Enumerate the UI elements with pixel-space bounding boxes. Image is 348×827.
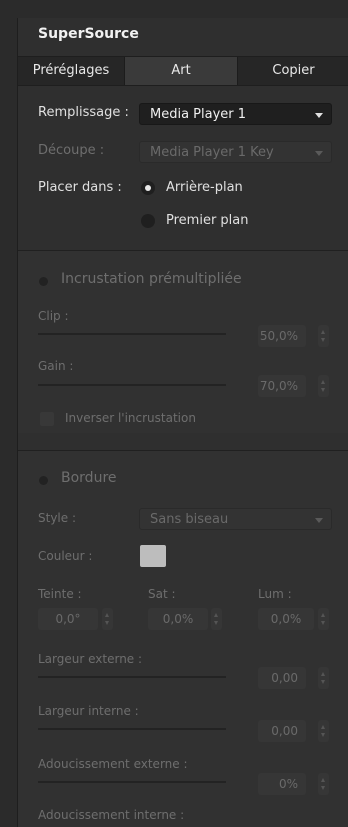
- clip-slider[interactable]: [38, 333, 226, 335]
- chevron-down-icon: [315, 518, 323, 523]
- premult-title: Incrustation prémultipliée: [61, 271, 242, 287]
- tab-copy[interactable]: Copier: [238, 57, 348, 85]
- style-label: Style :: [38, 511, 76, 525]
- lum-stepper[interactable]: [318, 608, 329, 630]
- outer-soft-label: Adoucissement externe :: [38, 757, 188, 771]
- hue-label: Teinte :: [38, 587, 82, 601]
- inner-width-value-field[interactable]: 0,00: [258, 720, 306, 742]
- gain-value-field[interactable]: 70,0%: [258, 375, 306, 397]
- sat-value-field[interactable]: 0,0%: [148, 608, 208, 630]
- gain-label: Gain :: [38, 359, 74, 373]
- panel-title: SuperSource: [38, 26, 139, 42]
- radio-background-label: Arrière-plan: [166, 180, 243, 195]
- style-dropdown[interactable]: Sans biseau: [139, 508, 332, 530]
- outer-soft-stepper[interactable]: [318, 773, 329, 795]
- outer-soft-value-field[interactable]: 0%: [258, 773, 306, 795]
- fill-dropdown[interactable]: Media Player 1: [139, 103, 332, 125]
- hue-value-field[interactable]: 0,0°: [38, 608, 98, 630]
- radio-foreground[interactable]: [141, 214, 155, 228]
- cut-dropdown-value: Media Player 1 Key: [150, 145, 274, 160]
- clip-value-field[interactable]: 50,0%: [258, 325, 306, 347]
- border-toggle-icon[interactable]: [39, 476, 48, 485]
- inner-width-stepper[interactable]: [318, 720, 329, 742]
- place-label: Placer dans :: [38, 180, 122, 195]
- inner-width-label: Largeur interne :: [38, 704, 139, 718]
- tab-bar: Préréglages Art Copier: [18, 56, 348, 86]
- color-label: Couleur :: [38, 549, 93, 563]
- clip-label: Clip :: [38, 309, 69, 323]
- cut-dropdown[interactable]: Media Player 1 Key: [139, 141, 332, 163]
- style-dropdown-value: Sans biseau: [150, 512, 229, 527]
- invert-key-label: Inverser l'incrustation: [65, 411, 196, 425]
- tab-presets[interactable]: Préréglages: [18, 57, 124, 85]
- border-title: Bordure: [61, 470, 117, 486]
- lum-value-field[interactable]: 0,0%: [258, 608, 314, 630]
- inner-width-slider[interactable]: [38, 728, 226, 730]
- outer-width-stepper[interactable]: [318, 667, 329, 689]
- inner-soft-label: Adoucissement interne :: [38, 808, 185, 822]
- radio-foreground-label: Premier plan: [166, 213, 249, 228]
- radio-background[interactable]: [141, 181, 155, 195]
- invert-key-checkbox[interactable]: [40, 412, 54, 426]
- chevron-down-icon: [315, 113, 323, 118]
- cut-label: Découpe :: [38, 143, 105, 158]
- chevron-down-icon: [315, 151, 323, 156]
- sat-label: Sat :: [148, 587, 176, 601]
- border-color-swatch[interactable]: [140, 545, 166, 567]
- hue-stepper[interactable]: [102, 608, 113, 630]
- supersource-panel: SuperSource Préréglages Art Copier Rempl…: [17, 18, 348, 827]
- outer-width-label: Largeur externe :: [38, 652, 143, 666]
- tab-art[interactable]: Art: [125, 57, 237, 85]
- fill-dropdown-value: Media Player 1: [150, 107, 247, 122]
- gain-stepper[interactable]: [318, 375, 329, 397]
- sat-stepper[interactable]: [211, 608, 222, 630]
- outer-width-slider[interactable]: [38, 676, 226, 678]
- gain-slider[interactable]: [38, 384, 226, 386]
- fill-label: Remplissage :: [38, 105, 129, 120]
- lum-label: Lum :: [258, 587, 292, 601]
- premult-toggle-icon[interactable]: [39, 277, 48, 286]
- clip-stepper[interactable]: [318, 325, 329, 347]
- outer-soft-slider[interactable]: [38, 781, 226, 783]
- outer-width-value-field[interactable]: 0,00: [258, 667, 306, 689]
